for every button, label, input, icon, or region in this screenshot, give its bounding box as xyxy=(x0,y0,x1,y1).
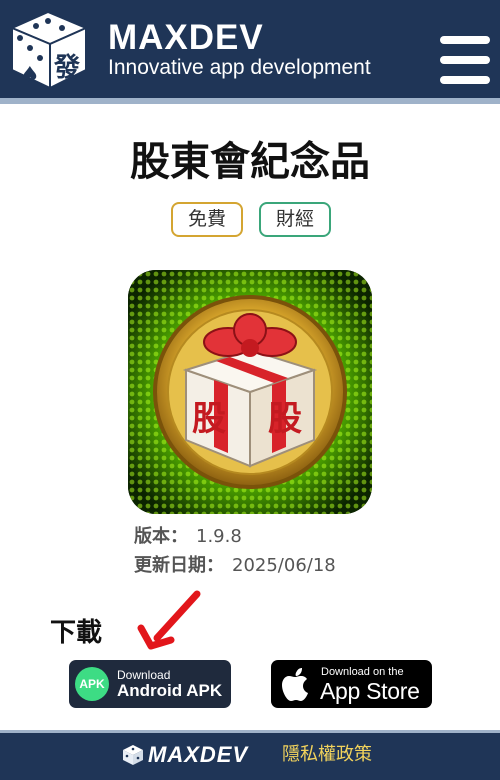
updated-label: 更新日期： xyxy=(134,555,224,576)
android-apk-icon: APK xyxy=(75,667,109,701)
svg-text:♠: ♠ xyxy=(20,63,40,88)
footer-dice-icon xyxy=(123,745,143,765)
updated-value: 2025/06/18 xyxy=(232,555,336,576)
version-row: 版本： 1.9.8 xyxy=(134,526,242,548)
logo-glyph: 發 xyxy=(53,53,81,83)
apple-icon xyxy=(282,668,308,701)
footer-brand: MAXDEV xyxy=(148,742,249,767)
gift-box-icon: 股 股 xyxy=(128,270,372,514)
brand-name: MAXDEV xyxy=(108,18,264,57)
site-footer xyxy=(0,730,500,780)
tag-free: 免費 xyxy=(171,202,243,237)
footer-divider xyxy=(0,730,500,733)
updated-row: 更新日期： 2025/06/18 xyxy=(134,555,336,577)
download-apk-button[interactable]: APK Download Android APK xyxy=(69,660,231,708)
maxdev-logo-icon[interactable]: ♠ 發 xyxy=(8,8,90,90)
arrow-down-icon xyxy=(137,590,201,650)
svg-text:股: 股 xyxy=(192,399,226,439)
tag-finance: 財經 xyxy=(259,202,331,237)
app-title: 股東會紀念品 xyxy=(130,139,370,185)
hamburger-menu-icon[interactable] xyxy=(440,36,490,84)
version-label: 版本： xyxy=(134,526,188,547)
apk-button-label: Android APK xyxy=(117,681,223,700)
brand-tagline: Innovative app development xyxy=(108,56,371,79)
header-divider xyxy=(0,98,500,104)
download-heading: 下載 xyxy=(50,618,103,648)
apk-button-caption: Download xyxy=(117,668,171,682)
svg-text:股: 股 xyxy=(268,399,302,439)
app-store-label: App Store xyxy=(320,678,420,704)
app-store-button[interactable]: Download on the App Store xyxy=(271,660,432,708)
version-value: 1.9.8 xyxy=(196,526,242,547)
privacy-policy-link[interactable]: 隱私權政策 xyxy=(282,744,372,766)
